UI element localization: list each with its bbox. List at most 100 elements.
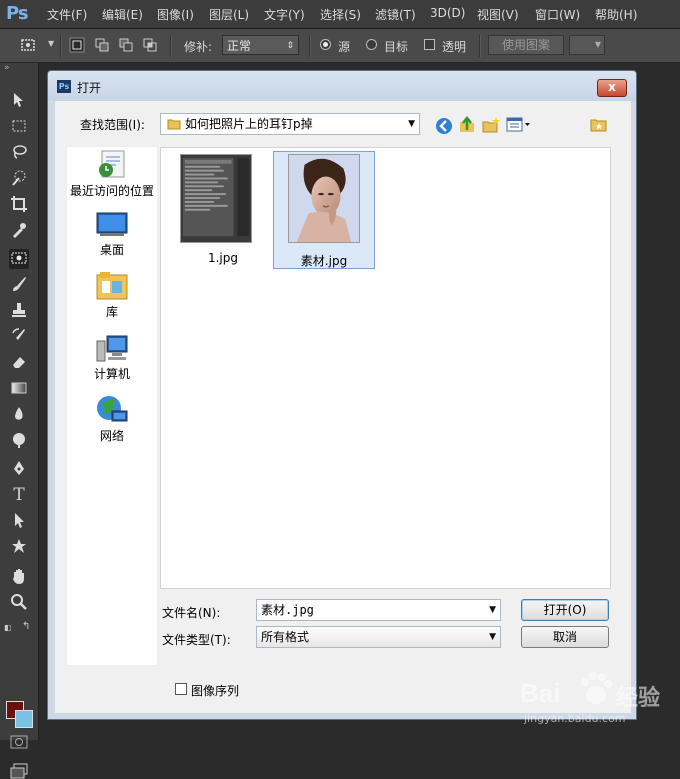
hand-tool-icon[interactable] [9, 567, 29, 587]
crop-tool-icon[interactable] [9, 195, 29, 215]
intersect-selection-icon[interactable] [142, 37, 158, 53]
open-dialog: Ps 打开 x 查找范围(I): 如何把照片上的耳钉p掉 ▼ 最近访问的位置 桌… [47, 70, 637, 720]
toolbox: » T ◧ ↰ [0, 63, 39, 779]
place-label: 最近访问的位置 [69, 184, 154, 198]
filename-input[interactable]: 素材.jpg ▼ [256, 599, 501, 621]
chevron-down-icon[interactable]: ▼ [489, 600, 496, 620]
chevron-down-icon: ▼ [408, 119, 415, 129]
source-radio[interactable] [320, 39, 331, 50]
default-colors-icon[interactable]: ◧ [4, 623, 12, 632]
computer-icon [96, 335, 128, 362]
watermark-brand-tail: 经验 [616, 686, 661, 711]
filetype-label: 文件类型(T): [162, 633, 231, 647]
collapse-panel-icon[interactable]: » [4, 63, 10, 73]
lasso-tool-icon[interactable] [9, 143, 29, 163]
patch-tool-preset-icon[interactable] [20, 37, 36, 53]
marquee-tool-icon[interactable] [9, 117, 29, 137]
place-recent[interactable]: 最近访问的位置 [67, 147, 157, 205]
open-button[interactable]: 打开(O) [521, 599, 609, 621]
options-bar: ▼ 修补: 正常 ⇕ 源 目标 透明 使用图案 ▼ [0, 29, 680, 63]
preset-dropdown-icon[interactable]: ▼ [48, 39, 54, 48]
blur-tool-icon[interactable] [9, 405, 29, 425]
menu-filter[interactable]: 滤镜(T) [375, 6, 416, 23]
eyedropper-tool-icon[interactable] [9, 221, 29, 241]
use-pattern-button[interactable]: 使用图案 [488, 35, 564, 55]
move-tool-icon[interactable] [9, 91, 29, 111]
look-in-combobox[interactable]: 如何把照片上的耳钉p掉 ▼ [160, 113, 420, 135]
view-menu-icon[interactable] [506, 116, 532, 134]
back-icon[interactable] [435, 117, 453, 135]
menu-help[interactable]: 帮助(H) [595, 6, 637, 23]
swap-colors-icon[interactable]: ↰ [22, 621, 30, 632]
network-icon [97, 396, 128, 422]
dialog-title: 打开 [77, 81, 102, 95]
cancel-button[interactable]: 取消 [521, 626, 609, 648]
menu-bar: Ps 文件(F) 编辑(E) 图像(I) 图层(L) 文字(Y) 选择(S) 滤… [0, 0, 680, 29]
stamp-tool-icon[interactable] [9, 301, 29, 321]
quick-mask-icon[interactable] [10, 735, 28, 749]
menu-edit[interactable]: 编辑(E) [102, 6, 143, 23]
target-radio[interactable] [366, 39, 377, 50]
image-sequence-label: 图像序列 [191, 684, 240, 698]
new-folder-icon[interactable] [482, 116, 500, 134]
dialog-titlebar[interactable]: Ps 打开 x [48, 71, 636, 101]
place-label: 网络 [99, 429, 124, 443]
menu-type[interactable]: 文字(Y) [264, 6, 305, 23]
filetype-value: 所有格式 [261, 630, 310, 644]
desktop-icon [96, 212, 128, 236]
filetype-select[interactable]: 所有格式 ▼ [256, 626, 501, 648]
menu-3d[interactable]: 3D(D) [430, 6, 465, 20]
pattern-picker[interactable]: ▼ [569, 35, 605, 55]
libraries-icon [96, 272, 128, 300]
up-folder-icon[interactable] [458, 116, 476, 134]
place-computer[interactable]: 计算机 [67, 331, 157, 387]
menu-file[interactable]: 文件(F) [47, 6, 87, 23]
menu-image[interactable]: 图像(I) [157, 6, 194, 23]
add-to-selection-icon[interactable] [94, 37, 110, 53]
place-network[interactable]: 网络 [67, 393, 157, 449]
patch-mode-select[interactable]: 正常 ⇕ [222, 35, 299, 55]
file-item[interactable]: 1.jpg [172, 151, 274, 269]
menu-view[interactable]: 视图(V) [477, 6, 519, 23]
subtract-from-selection-icon[interactable] [118, 37, 134, 53]
transparent-checkbox[interactable] [424, 39, 435, 50]
screen-mode-icon[interactable] [10, 763, 28, 779]
separator [309, 35, 311, 57]
place-desktop[interactable]: 桌面 [67, 207, 157, 263]
chevron-updown-icon: ⇕ [286, 41, 294, 51]
dodge-tool-icon[interactable] [9, 431, 29, 451]
favorite-folder-icon[interactable] [590, 116, 608, 134]
place-label: 计算机 [93, 367, 130, 381]
folder-icon [167, 119, 181, 130]
close-button[interactable]: x [597, 79, 627, 97]
menu-select[interactable]: 选择(S) [320, 6, 361, 23]
place-label: 库 [105, 305, 118, 319]
zoom-tool-icon[interactable] [9, 593, 29, 613]
pen-tool-icon[interactable] [9, 459, 29, 479]
brush-tool-icon[interactable] [9, 275, 29, 295]
place-libraries[interactable]: 库 [67, 269, 157, 325]
history-brush-tool-icon[interactable] [9, 327, 29, 347]
target-label: 目标 [384, 40, 409, 54]
gradient-tool-icon[interactable] [9, 379, 29, 399]
photoshop-app-icon: Ps [57, 80, 71, 93]
patch-mode-value: 正常 [227, 39, 252, 53]
eraser-tool-icon[interactable] [9, 353, 29, 373]
menu-window[interactable]: 窗口(W) [535, 6, 580, 23]
watermark-brand: Bai [520, 678, 561, 708]
patch-tool-icon[interactable] [9, 249, 29, 269]
dialog-body: 查找范围(I): 如何把照片上的耳钉p掉 ▼ 最近访问的位置 桌面 库 计算机 … [55, 101, 631, 713]
path-select-tool-icon[interactable] [9, 511, 29, 531]
patch-label: 修补: [184, 40, 213, 54]
new-selection-icon[interactable] [69, 37, 85, 53]
background-color-swatch[interactable] [15, 710, 33, 728]
type-tool-icon[interactable]: T [9, 485, 29, 505]
recent-places-icon [99, 150, 125, 178]
image-sequence-checkbox[interactable] [175, 683, 187, 695]
quick-select-tool-icon[interactable] [9, 169, 29, 189]
file-name: 素材.jpg [300, 254, 348, 268]
shape-tool-icon[interactable] [9, 537, 29, 557]
file-item-selected[interactable]: 素材.jpg [273, 151, 375, 269]
file-list-pane: 1.jpg 素材.jpg [160, 147, 611, 589]
menu-layer[interactable]: 图层(L) [209, 6, 249, 23]
